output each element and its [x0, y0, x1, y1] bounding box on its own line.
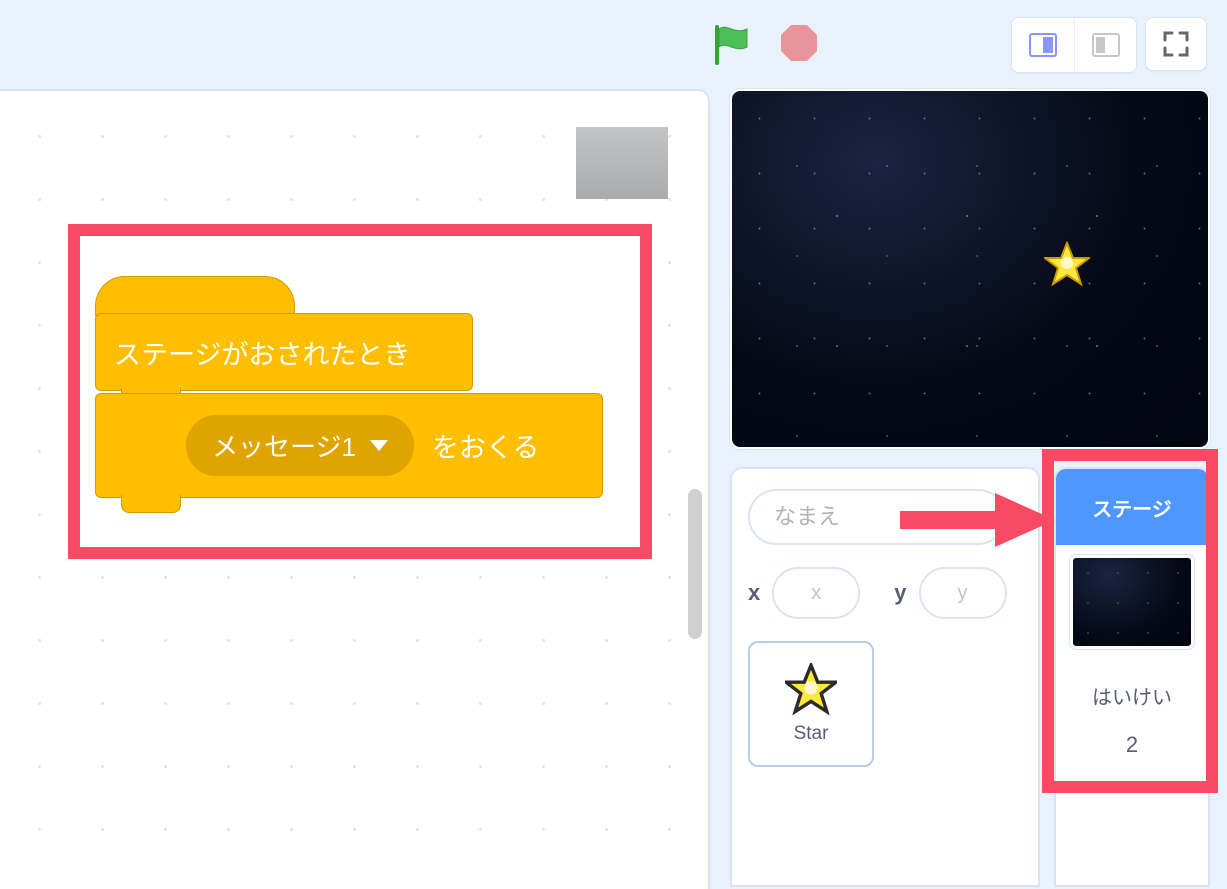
backdrop-thumbnail-preview: [576, 127, 668, 199]
chevron-down-icon: [370, 440, 388, 451]
backdrop-thumbnail[interactable]: [1070, 555, 1194, 649]
sprite-info-panel: x y Star: [730, 467, 1040, 887]
stage-panel-header: ステージ: [1056, 469, 1208, 545]
stage-header-bar: [0, 0, 1227, 89]
script-workspace[interactable]: ステージがおされたとき メッセージ1 をおくる: [0, 89, 710, 889]
x-label: x: [748, 580, 760, 606]
dropdown-value: メッセージ1: [212, 427, 356, 464]
hat-block-label: ステージがおされたとき: [114, 333, 410, 372]
vertical-scrollbar[interactable]: [688, 489, 702, 639]
sprite-tile-label: Star: [794, 723, 829, 745]
backdrop-label: はいけい: [1092, 681, 1172, 710]
stage-preview[interactable]: [730, 89, 1210, 449]
y-input[interactable]: [919, 567, 1007, 619]
broadcast-message-dropdown[interactable]: メッセージ1: [186, 415, 414, 476]
sprite-name-input[interactable]: [748, 489, 1006, 545]
stage-size-toggle: [1011, 17, 1137, 73]
large-stage-button[interactable]: [1074, 18, 1136, 72]
y-label: y: [894, 580, 906, 606]
small-stage-button[interactable]: [1012, 18, 1074, 72]
star-sprite-on-stage[interactable]: [1044, 241, 1090, 292]
x-input[interactable]: [772, 567, 860, 619]
block-stack[interactable]: ステージがおされたとき メッセージ1 をおくる: [95, 276, 603, 498]
stop-icon[interactable]: [779, 23, 819, 67]
hat-block-stage-clicked[interactable]: ステージがおされたとき: [95, 276, 473, 391]
broadcast-suffix-label: をおくる: [432, 426, 539, 465]
sprite-tile-star[interactable]: Star: [748, 641, 874, 767]
stage-panel[interactable]: ステージ はいけい 2: [1054, 467, 1210, 887]
backdrop-count: 2: [1126, 732, 1138, 758]
broadcast-block[interactable]: メッセージ1 をおくる: [95, 393, 603, 498]
fullscreen-button[interactable]: [1145, 17, 1207, 71]
green-flag-icon[interactable]: [713, 23, 753, 67]
